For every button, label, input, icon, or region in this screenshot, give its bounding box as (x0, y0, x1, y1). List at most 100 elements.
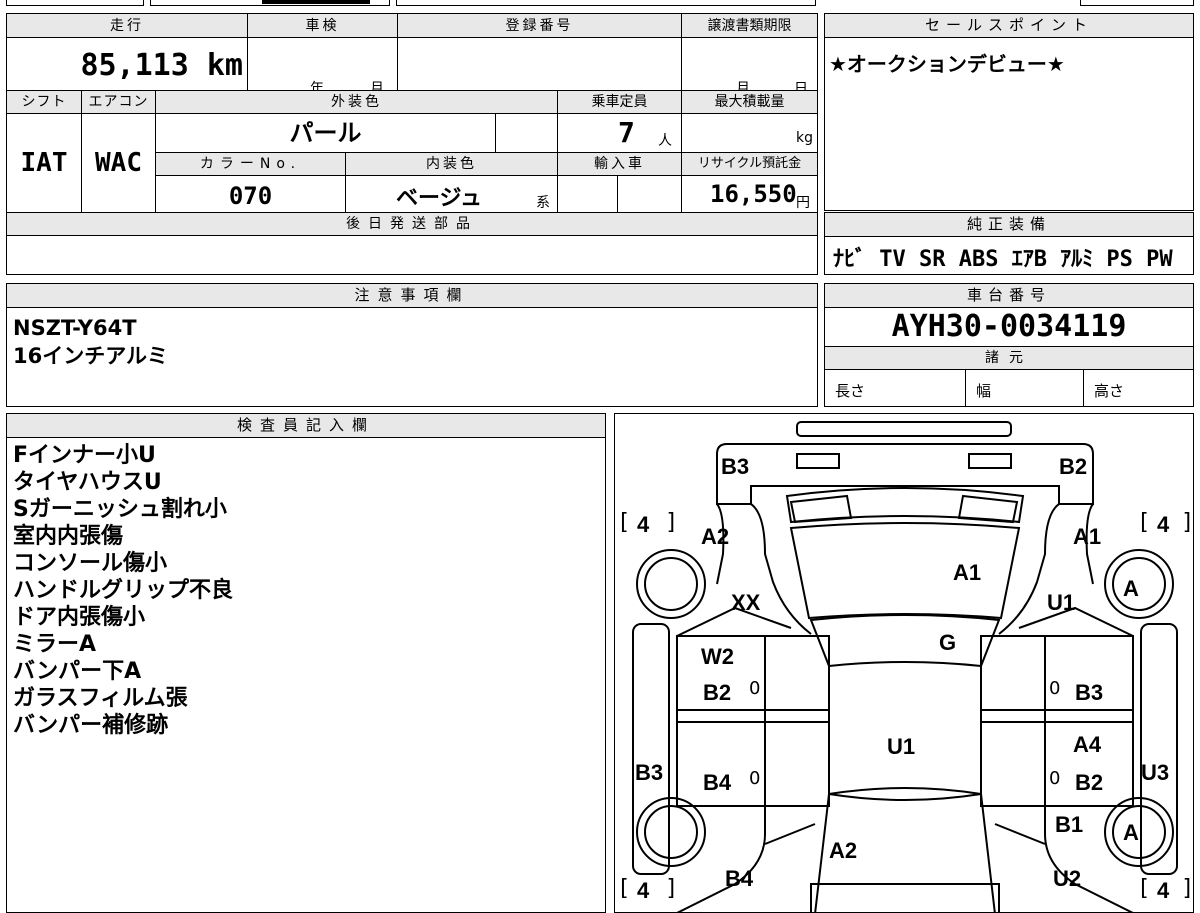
sales-point-label: セールスポイント (825, 14, 1193, 38)
mark-a4: A4 (1073, 732, 1102, 757)
notes-line: NSZT-Y64T (13, 316, 137, 340)
inspector-line: バンパー補修跡 (13, 713, 169, 738)
spec-width: 幅 (965, 370, 1083, 406)
equipment-panel: 純正装備 ﾅﾋﾞ TV SR ABS ｴｱB ｱﾙﾐ PS PW (824, 212, 1194, 275)
maxload-unit: kg (796, 130, 813, 146)
mark-u1-side: U1 (1047, 590, 1076, 615)
spec-length: 長さ (835, 382, 866, 400)
recycle-unit: 円 (796, 195, 810, 211)
inspector-line: タイヤハウスU (13, 470, 162, 495)
exterior-value: パール (155, 114, 495, 152)
spec-height: 高さ (1083, 370, 1193, 406)
car-diagram-panel: B3 B2 [ 4 ] [ 4 ] A2 A1 A1 XX U1 A G W2 … (614, 413, 1194, 913)
spec-label: 諸元 (825, 346, 1193, 370)
mark-tire-fl: 4 (637, 878, 650, 903)
mark-w2: W2 (701, 644, 734, 669)
inspector-line: Fインナー小U (13, 443, 156, 468)
mark-tire-rl: 4 (637, 512, 650, 537)
mark-a2-front: A2 (829, 838, 858, 863)
interior-suffix: 系 (536, 195, 550, 211)
inspector-line: ハンドルグリップ不良 (13, 578, 234, 603)
capacity-value: 7 (618, 116, 635, 149)
equipment-label: 純正装備 (825, 213, 1193, 237)
exterior-label: 外装色 (155, 90, 557, 114)
inspector-line: バンパー下A (13, 659, 142, 684)
inspector-line: ドア内張傷小 (13, 605, 146, 630)
mark-rear-left: B3 (721, 454, 750, 479)
inspector-label: 検査員記入欄 (7, 414, 605, 438)
mileage-label: 走行 (7, 14, 247, 38)
mark-rear-right: B2 (1059, 454, 1088, 479)
registration-label: 登録番号 (397, 14, 681, 38)
tire-rl-open: [ (617, 510, 631, 535)
tire-rr-open: [ (1137, 510, 1151, 535)
inspector-line: ミラーA (13, 632, 97, 657)
mark-g: G (939, 630, 957, 655)
chassis-number: AYH30-0034119 (891, 309, 1127, 344)
capacity-unit: 人 (658, 133, 672, 149)
notes-panel: 注意事項欄 NSZT-Y64T 16インチアルミ (6, 283, 818, 407)
mark-b4-front: B4 (725, 866, 754, 891)
recycle-value: 16,550 (710, 180, 797, 208)
color-no-value: 070 (155, 176, 345, 212)
recycle-label: リサイクル預託金 (681, 152, 817, 176)
inspector-line: コンソール傷小 (13, 551, 168, 576)
mark-b3-side: B3 (635, 760, 664, 785)
mark-tire-rr: 4 (1157, 512, 1170, 537)
tire-fl-open: [ (617, 876, 631, 901)
mark-roof: A1 (953, 560, 982, 585)
mark-zero: 0 (1049, 678, 1061, 699)
mark-wheel-fr: A (1123, 820, 1139, 845)
notes-lines: NSZT-Y64T 16インチアルミ (13, 314, 168, 370)
inspector-line: 室内内張傷 (13, 524, 124, 549)
aircon-value: WAC (81, 114, 155, 212)
mark-a2-top: A2 (701, 524, 730, 549)
capacity-label: 乗車定員 (557, 90, 681, 114)
equipment-items: ﾅﾋﾞ TV SR ABS ｴｱB ｱﾙﾐ PS PW (833, 247, 1173, 272)
maxload-label: 最大積載量 (681, 90, 817, 114)
mark-zero: 0 (749, 768, 761, 789)
mark-a1-top: A1 (1073, 524, 1102, 549)
mark-b2-left: B2 (703, 680, 732, 705)
interior-value: ベージュ (396, 186, 483, 211)
mark-tire-fr: 4 (1157, 878, 1170, 903)
color-no-label: カラーNo. (155, 152, 345, 176)
tire-fr-close: ] (1181, 876, 1194, 901)
sales-point-panel: セールスポイント ★オークションデビュー★ (824, 13, 1194, 211)
tire-fr-open: [ (1137, 876, 1151, 901)
inspector-line: Sガーニッシュ割れ小 (13, 497, 227, 522)
notes-line: 16インチアルミ (13, 344, 169, 368)
inspector-lines: Fインナー小U タイヤハウスU Sガーニッシュ割れ小 室内内張傷 コンソール傷小… (13, 442, 233, 739)
top-strip (0, 0, 1200, 8)
sales-point-text: ★オークションデビュー★ (829, 52, 1065, 76)
later-parts-label: 後日発送部品 (7, 212, 817, 236)
tire-rl-close: ] (665, 510, 679, 535)
mark-wheel-r: A (1123, 576, 1139, 601)
tire-rr-close: ] (1181, 510, 1194, 535)
mark-u1-center: U1 (887, 734, 916, 759)
shift-label: シフト (7, 90, 81, 114)
later-parts-value (7, 236, 817, 274)
inspector-line: ガラスフィルム張 (13, 686, 188, 711)
inspection-label: 車検 (247, 14, 397, 38)
mark-xx: XX (731, 590, 761, 615)
chassis-panel: 車台番号 AYH30-0034119 諸元 長さ 幅 高さ (824, 283, 1194, 407)
aircon-label: エアコン (81, 90, 155, 114)
mark-b1: B1 (1055, 812, 1084, 837)
mark-b4-left: B4 (703, 770, 732, 795)
shift-value: IAT (20, 148, 68, 178)
vehicle-info-table: 走行 車検 登録番号 譲渡書類期限 85,113 km 年 月 月 日 シフト … (6, 13, 818, 275)
mark-b3-right: B3 (1075, 680, 1104, 705)
notes-label: 注意事項欄 (7, 284, 817, 308)
mark-b2-right: B2 (1075, 770, 1104, 795)
mark-zero: 0 (1049, 768, 1061, 789)
mark-zero: 0 (749, 678, 761, 699)
transfer-label: 譲渡書類期限 (681, 14, 817, 38)
inspector-panel: 検査員記入欄 Fインナー小U タイヤハウスU Sガーニッシュ割れ小 室内内張傷 … (6, 413, 606, 913)
interior-label: 内装色 (345, 152, 557, 176)
import-label: 輸入車 (557, 152, 681, 176)
mark-u2-front: U2 (1053, 866, 1082, 891)
chassis-label: 車台番号 (825, 284, 1193, 308)
mark-u3-side: U3 (1141, 760, 1170, 785)
tire-fl-close: ] (665, 876, 679, 901)
